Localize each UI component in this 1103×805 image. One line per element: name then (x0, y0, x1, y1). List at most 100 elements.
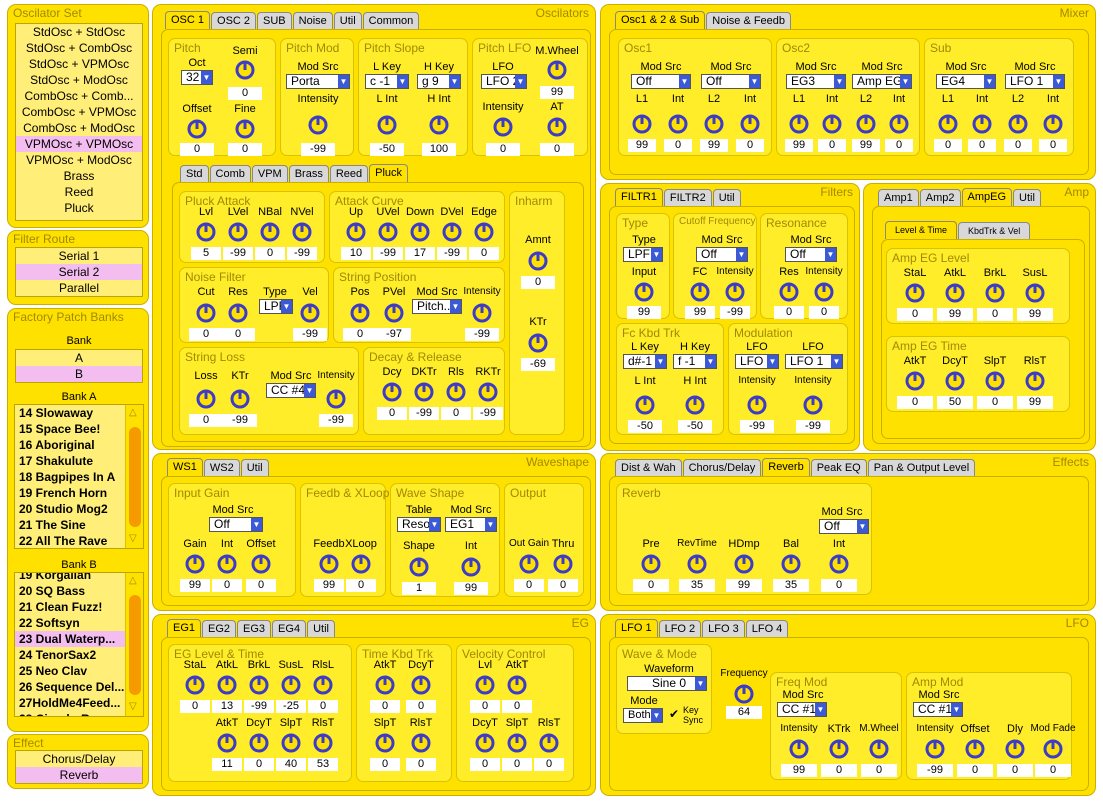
list-item[interactable]: Reed (16, 184, 142, 200)
scroll-up-icon[interactable]: △ (129, 575, 137, 586)
tab-lfo-2[interactable]: LFO 2 (658, 620, 702, 637)
list-item[interactable]: CombOsc + VPMOsc (16, 104, 142, 120)
pitch-mod-src-select[interactable]: Porta ▼ (286, 74, 350, 89)
mod-src-select[interactable]: Amp EG ▼ (852, 74, 912, 89)
dcy-knob[interactable] (381, 381, 403, 403)
intensity-knob[interactable] (802, 394, 824, 416)
tab-chorus-delay[interactable]: Chorus/Delay (682, 459, 762, 476)
tab-vpm[interactable]: VPM (251, 165, 288, 182)
m-wheel-knob[interactable] (868, 738, 890, 760)
tab-eg3[interactable]: EG3 (237, 620, 272, 637)
list-item[interactable]: CombOsc + Comb... (16, 88, 142, 104)
l2-knob[interactable] (855, 113, 877, 135)
scroll-up-icon[interactable]: △ (129, 407, 137, 418)
res-knob[interactable] (778, 281, 800, 303)
mod-src-select[interactable]: EG4 ▼ (936, 74, 996, 89)
freq-mod-select[interactable]: CC #1 ▼ (777, 702, 827, 717)
intensity-knob[interactable] (307, 114, 329, 136)
hkey-select[interactable]: g 9 ▼ (417, 74, 461, 89)
offset-knob[interactable] (964, 738, 986, 760)
lvl-knob[interactable] (474, 674, 496, 696)
patch-list-item[interactable]: 20 SQ Bass (15, 583, 143, 599)
mod-src-select[interactable]: Off ▼ (631, 74, 691, 89)
tab-util[interactable]: Util (1013, 189, 1041, 206)
patch-list-item[interactable]: 27HoldMe4Feed... (15, 695, 143, 711)
tab-ampeg[interactable]: AmpEG (961, 188, 1013, 206)
patch-list-item[interactable]: 21 The Sine (15, 517, 143, 533)
tab-reverb[interactable]: Reverb (762, 458, 810, 476)
patch-list-item[interactable]: 22 Softsyn (15, 615, 143, 631)
mod-lfo2-select[interactable]: LFO 1 ▼ (785, 354, 843, 369)
lvl-knob[interactable] (195, 221, 217, 243)
tab-sub[interactable]: SUB (257, 12, 292, 29)
list-item[interactable]: Pluck (16, 200, 142, 216)
tab-comb[interactable]: Comb (209, 165, 251, 182)
dcyt-knob[interactable] (248, 732, 270, 754)
patch-list-item[interactable]: 19 Korgallah (15, 573, 143, 583)
tab-eg2[interactable]: EG2 (202, 620, 237, 637)
cut-knob[interactable] (195, 302, 217, 324)
intensity-knob[interactable] (325, 388, 347, 410)
tab-pan-output-level[interactable]: Pan & Output Level (867, 459, 976, 476)
string-pos-mod-select[interactable]: Pitch... ▼ (412, 299, 462, 314)
tab-lfo-1[interactable]: LFO 1 (615, 619, 658, 637)
amnt-knob[interactable] (527, 250, 549, 272)
lvel-knob[interactable] (227, 221, 249, 243)
tab-osc-2[interactable]: OSC 2 (211, 12, 257, 29)
patch-list-item[interactable]: 14 Slowaway (15, 405, 143, 421)
slpt-knob[interactable] (506, 732, 528, 754)
patch-list-item[interactable]: 21 Clean Fuzz! (15, 599, 143, 615)
intensity-knob[interactable] (813, 281, 835, 303)
patch-list-item[interactable]: 26 Sequence Del... (15, 679, 143, 695)
int-knob[interactable] (739, 113, 761, 135)
bank-a-scrollbar[interactable]: △ ▽ (125, 405, 143, 548)
scroll-down-icon[interactable]: ▽ (129, 701, 137, 712)
stal-knob[interactable] (904, 282, 926, 304)
lint-knob[interactable] (634, 394, 656, 416)
list-item[interactable]: B (16, 366, 142, 382)
patch-list-item[interactable]: 20 Studio Mog2 (15, 501, 143, 517)
tab-ws1[interactable]: WS1 (167, 458, 203, 476)
tab-level-time[interactable]: Level & Time (885, 221, 958, 239)
res-knob[interactable] (227, 302, 249, 324)
patch-list-item[interactable]: 17 Shakulute (15, 453, 143, 469)
bank-b-scrollbar[interactable]: △ ▽ (125, 573, 143, 716)
scroll-thumb[interactable] (129, 427, 141, 527)
ktr-knob[interactable] (229, 388, 251, 410)
waveform-select[interactable]: Sine 0 ▼ (627, 676, 707, 691)
tab-brass[interactable]: Brass (288, 165, 329, 182)
scroll-thumb[interactable] (129, 595, 141, 695)
tab-pluck[interactable]: Pluck (369, 164, 409, 182)
patch-list-item[interactable]: 15 Space Bee! (15, 421, 143, 437)
scroll-down-icon[interactable]: ▽ (129, 533, 137, 544)
list-item[interactable]: Brass (16, 168, 142, 184)
int-knob[interactable] (460, 556, 482, 578)
nvel-knob[interactable] (291, 221, 313, 243)
oct-select[interactable]: 32 ▼ (181, 70, 213, 85)
patch-list-item[interactable]: 23 Dual Waterp... (15, 631, 143, 647)
mwheel-knob[interactable] (546, 59, 568, 81)
tab-osc1-2-sub[interactable]: Osc1 & 2 & Sub (615, 11, 706, 29)
slpt-knob[interactable] (280, 732, 302, 754)
gain-knob[interactable] (184, 553, 206, 575)
tab-noise[interactable]: Noise (292, 12, 333, 29)
tab-util[interactable]: Util (712, 189, 741, 206)
kbd-lkey-select[interactable]: d#-1 ▼ (623, 354, 667, 369)
tab-osc-1[interactable]: OSC 1 (165, 11, 211, 29)
out-gain-knob[interactable] (518, 553, 540, 575)
list-item[interactable]: VPMOsc + VPMOsc (16, 136, 142, 152)
fine-knob[interactable] (234, 118, 256, 140)
tab-lfo-4[interactable]: LFO 4 (745, 620, 789, 637)
l1-knob[interactable] (788, 113, 810, 135)
tab-ws2[interactable]: WS2 (203, 459, 240, 476)
int-knob[interactable] (667, 113, 689, 135)
int-knob[interactable] (216, 553, 238, 575)
resonance-mod-select[interactable]: Off ▼ (785, 247, 837, 262)
intensity-knob[interactable] (788, 738, 810, 760)
thru-knob[interactable] (552, 553, 574, 575)
int-knob[interactable] (888, 113, 910, 135)
dcyt-knob[interactable] (410, 674, 432, 696)
mod-lfo1-select[interactable]: LFO 1 ▼ (735, 354, 779, 369)
tab-util[interactable]: Util (333, 12, 362, 29)
tab-filtr1[interactable]: FILTR1 (615, 188, 663, 206)
